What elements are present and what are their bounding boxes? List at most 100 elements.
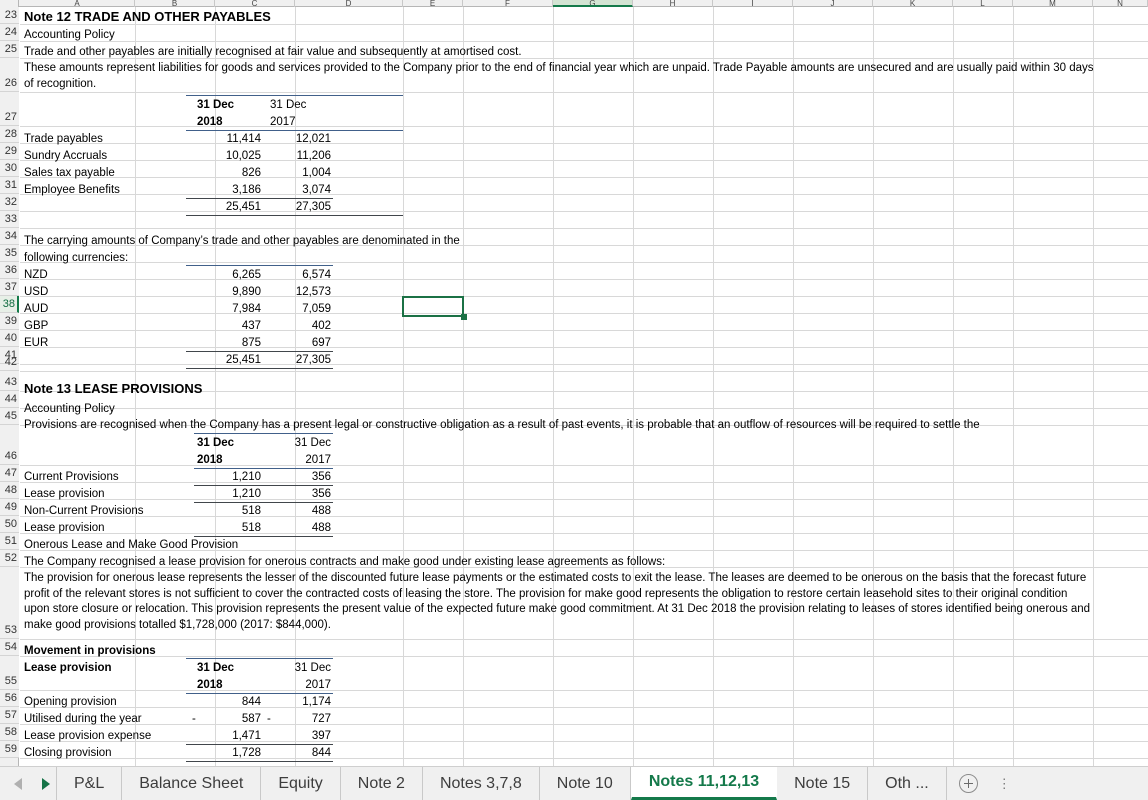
column-header-k[interactable]: K bbox=[873, 0, 953, 7]
sheet-tabs[interactable]: P&L Balance Sheet Equity Note 2 Notes 3,7,8 N… bbox=[56, 767, 947, 800]
sheet-tab-bar[interactable]: P&L Balance Sheet Equity Note 2 Notes 3,7,8 N… bbox=[0, 766, 1148, 800]
row-header-44[interactable]: 44 bbox=[0, 391, 19, 408]
note13-title: Note 13 LEASE PROVISIONS bbox=[24, 381, 203, 396]
row-header-54[interactable]: 54 bbox=[0, 639, 19, 656]
value-sundry-accruals-2017: 11,206 bbox=[296, 150, 331, 162]
row-header-55[interactable]: 55 bbox=[0, 656, 19, 690]
row-header-51[interactable]: 51 bbox=[0, 533, 19, 550]
row-header-34[interactable]: 34 bbox=[0, 228, 19, 245]
row-header-40[interactable]: 40 bbox=[0, 330, 19, 347]
row-label-eur: EUR bbox=[24, 337, 49, 349]
value-utilised-2017: 727 bbox=[311, 713, 331, 725]
grid-hline bbox=[20, 228, 1148, 229]
row-label-noncurrent-provisions: Non-Current Provisions bbox=[24, 505, 144, 517]
row-header-59[interactable]: 59 bbox=[0, 741, 19, 758]
column-header-b[interactable]: B bbox=[135, 0, 215, 7]
column-header-c[interactable]: C bbox=[215, 0, 295, 7]
row-header-26[interactable]: 26 bbox=[0, 58, 19, 92]
column-header-g[interactable]: G bbox=[553, 0, 633, 7]
row-header-33[interactable]: 33 bbox=[0, 211, 19, 228]
row-header-27[interactable]: 27 bbox=[0, 92, 19, 126]
row-header-39[interactable]: 39 bbox=[0, 313, 19, 330]
row-header-45[interactable]: 45 bbox=[0, 408, 19, 425]
select-all-corner[interactable] bbox=[0, 0, 19, 7]
previous-sheet-arrow-icon[interactable] bbox=[14, 777, 22, 790]
plus-icon[interactable] bbox=[958, 774, 978, 793]
active-cell-selection[interactable] bbox=[402, 296, 464, 317]
row-header-49[interactable]: 49 bbox=[0, 499, 19, 516]
value-opening-provision-2017: 1,174 bbox=[302, 696, 331, 708]
row-header-47[interactable]: 47 bbox=[0, 465, 19, 482]
column-header-a[interactable]: A bbox=[20, 0, 135, 7]
note13-policy-para: Provisions are recognised when the Compa… bbox=[24, 419, 980, 431]
column-header-h[interactable]: H bbox=[633, 0, 713, 7]
sheet-tab-note-2[interactable]: Note 2 bbox=[340, 767, 423, 800]
row-header-43[interactable]: 43 bbox=[0, 371, 19, 391]
next-sheet-arrow-icon[interactable] bbox=[42, 777, 50, 790]
column-header-n[interactable]: N bbox=[1093, 0, 1148, 7]
row-header-30[interactable]: 30 bbox=[0, 160, 19, 177]
row-header-50[interactable]: 50 bbox=[0, 516, 19, 533]
row-label-closing-provision: Closing provision bbox=[24, 747, 112, 759]
row-header-32[interactable]: 32 bbox=[0, 194, 19, 211]
row-header-57[interactable]: 57 bbox=[0, 707, 19, 724]
row-header-29[interactable]: 29 bbox=[0, 143, 19, 160]
row-header-25[interactable]: 25 bbox=[0, 41, 19, 58]
movement-col-header-2017-year: 2017 bbox=[305, 679, 331, 691]
total-payables-2017: 27,305 bbox=[295, 201, 331, 213]
add-sheet-button[interactable] bbox=[947, 767, 990, 800]
row-header-46[interactable]: 46 bbox=[0, 425, 19, 465]
row-header-35[interactable]: 35 bbox=[0, 245, 19, 262]
value-closing-provision-2018: 1,728 bbox=[232, 747, 261, 759]
row-header-28[interactable]: 28 bbox=[0, 126, 19, 143]
sheet-tab-balance-sheet[interactable]: Balance Sheet bbox=[122, 767, 262, 800]
column-header-l[interactable]: L bbox=[953, 0, 1013, 7]
more-options-icon[interactable]: ⋮ bbox=[990, 767, 1019, 800]
row-header-38[interactable]: 38 bbox=[0, 296, 19, 313]
row-header-36[interactable]: 36 bbox=[0, 262, 19, 279]
column-header-e[interactable]: E bbox=[403, 0, 463, 7]
sheet-tab-p-l[interactable]: P&L bbox=[56, 767, 123, 800]
movement-table-row-label: Lease provision bbox=[24, 662, 112, 674]
row-header-24[interactable]: 24 bbox=[0, 24, 19, 41]
row-header-42[interactable]: 42 bbox=[0, 356, 19, 371]
row-header-52[interactable]: 52 bbox=[0, 550, 19, 567]
value-sales-tax-2018: 826 bbox=[241, 167, 261, 179]
row-header-58[interactable]: 58 bbox=[0, 724, 19, 741]
note13-accounting-policy: Accounting Policy bbox=[24, 403, 115, 415]
column-header-i[interactable]: I bbox=[713, 0, 793, 7]
column-header-m[interactable]: M bbox=[1013, 0, 1093, 7]
spreadsheet-grid[interactable]: ABCDEFGHIJKLMN 23 24 25 26 27 28 29 30 31 32 33 34 3… bbox=[0, 0, 1148, 766]
value-aud-2018: 7,984 bbox=[232, 303, 261, 315]
sheet-tab-equity[interactable]: Equity bbox=[261, 767, 341, 800]
sheet-tab-notes-11-12-13[interactable]: Notes 11,12,13 bbox=[630, 767, 778, 800]
note13-col-header-2017-date: 31 Dec bbox=[294, 437, 331, 449]
row-header-37[interactable]: 37 bbox=[0, 279, 19, 296]
note12-col-header-2018-year: 2018 bbox=[197, 116, 223, 128]
currency-note-line2: following currencies: bbox=[24, 252, 129, 264]
onerous-lease-detail-para: The provision for onerous lease represen… bbox=[24, 572, 1091, 631]
value-utilised-2018: 587 bbox=[241, 713, 261, 725]
sheet-tab-oth[interactable]: Oth ... bbox=[868, 767, 947, 800]
sheet-tab-notes-3-7-8[interactable]: Notes 3,7,8 bbox=[422, 767, 540, 800]
sheet-nav-arrows[interactable] bbox=[0, 767, 56, 800]
row-header-31[interactable]: 31 bbox=[0, 177, 19, 194]
row-header-23[interactable]: 23 bbox=[0, 7, 19, 24]
value-gbp-2017: 402 bbox=[311, 320, 331, 332]
cells-area[interactable]: Note 12 TRADE AND OTHER PAYABLES Account… bbox=[20, 7, 1148, 766]
column-header-f[interactable]: F bbox=[463, 0, 553, 7]
grid-hline bbox=[20, 690, 1148, 691]
movement-col-header-2017-date: 31 Dec bbox=[294, 662, 331, 674]
column-header-d[interactable]: D bbox=[295, 0, 403, 7]
grid-vline bbox=[713, 7, 714, 766]
onerous-lease-subheading: Onerous Lease and Make Good Provision bbox=[24, 539, 239, 551]
column-header-j[interactable]: J bbox=[793, 0, 873, 7]
row-header-48[interactable]: 48 bbox=[0, 482, 19, 499]
sheet-tab-note-15[interactable]: Note 15 bbox=[777, 767, 869, 800]
sheet-tab-note-10[interactable]: Note 10 bbox=[539, 767, 631, 800]
grid-vline bbox=[463, 7, 464, 766]
value-aud-2017: 7,059 bbox=[302, 303, 331, 315]
fill-handle[interactable] bbox=[461, 314, 467, 320]
row-header-53[interactable]: 53 bbox=[0, 567, 19, 639]
row-header-56[interactable]: 56 bbox=[0, 690, 19, 707]
